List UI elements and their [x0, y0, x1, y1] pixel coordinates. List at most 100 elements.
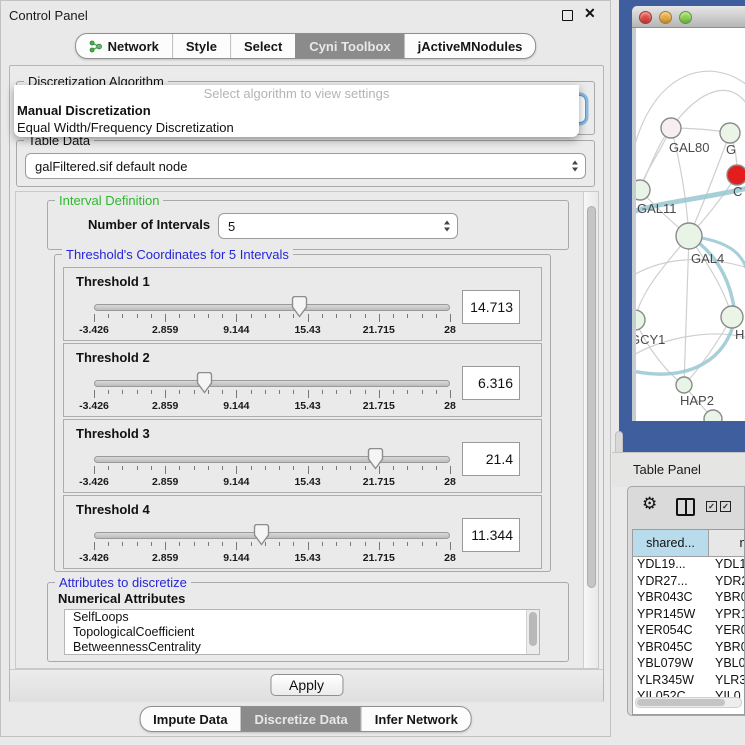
tab-jactivemnodules[interactable]: jActiveMNodules [404, 34, 536, 58]
interval-definition-title: Interval Definition [55, 193, 163, 208]
tick-mark [393, 466, 394, 470]
thresholds-group: Threshold's Coordinates for 5 Intervals … [54, 254, 551, 572]
combobox-stepper-icon[interactable] [444, 221, 450, 232]
network-node[interactable] [704, 410, 722, 421]
threshold-value-field[interactable]: 11.344 [462, 518, 520, 552]
vertical-scrollbar[interactable] [583, 192, 598, 668]
bottom-tab-impute-data[interactable]: Impute Data [140, 707, 240, 731]
bottom-tab-infer-network[interactable]: Infer Network [361, 707, 471, 731]
threshold-slider[interactable]: -3.4262.8599.14415.4321.71528 [94, 420, 450, 492]
dropdown-option-equal-width-frequency-discretization[interactable]: Equal Width/Frequency Discretization [17, 119, 234, 136]
threshold-slider[interactable]: -3.4262.8599.14415.4321.71528 [94, 268, 450, 340]
tick-mark [165, 314, 166, 322]
slider-thumb[interactable] [253, 524, 270, 546]
number-of-intervals-combobox[interactable]: 5 [218, 213, 458, 239]
close-traffic-light-icon[interactable] [639, 11, 652, 24]
tab-select[interactable]: Select [230, 34, 295, 58]
table-row[interactable]: YPR145WYPR1 [633, 606, 744, 623]
network-window-titlebar[interactable] [632, 6, 745, 28]
slider-thumb[interactable] [196, 372, 213, 394]
network-node-c[interactable] [727, 165, 745, 185]
slider-track[interactable] [94, 380, 450, 387]
list-scrollbar-thumb[interactable] [529, 612, 537, 646]
columns-icon[interactable] [676, 498, 695, 516]
network-node-gal4[interactable] [676, 223, 702, 249]
minimize-traffic-light-icon[interactable] [659, 11, 672, 24]
tab-cyni-toolbox[interactable]: Cyni Toolbox [295, 34, 403, 58]
network-node-gal80[interactable] [661, 118, 681, 138]
combobox-stepper-icon[interactable] [572, 161, 578, 172]
tab-network[interactable]: Network [76, 34, 172, 58]
control-panel-title: Control Panel [9, 8, 88, 23]
cell-name: YBL0 [709, 656, 745, 670]
checkbox-icon[interactable]: ✓ [720, 501, 731, 512]
tick-mark [422, 542, 423, 546]
tick-mark [393, 542, 394, 546]
tab-cyni-toolbox-label: Cyni Toolbox [309, 39, 390, 54]
network-node-label: HAP2 [680, 393, 714, 408]
threshold-slider[interactable]: -3.4262.8599.14415.4321.71528 [94, 496, 450, 568]
tick-label: -3.426 [79, 552, 109, 564]
slider-track[interactable] [94, 456, 450, 463]
network-edge [671, 90, 745, 128]
threshold-value-field[interactable]: 21.4 [462, 442, 520, 476]
threshold-panel-1: Threshold 1-3.4262.8599.14415.4321.71528… [63, 267, 542, 341]
columns-icon-divider [685, 500, 687, 514]
table-panel-title: Table Panel [633, 462, 701, 477]
tick-mark [436, 390, 437, 394]
close-icon[interactable]: ✕ [584, 5, 596, 22]
tick-mark [179, 390, 180, 394]
tick-mark [379, 390, 380, 398]
tick-mark [251, 314, 252, 318]
threshold-slider[interactable]: -3.4262.8599.14415.4321.71528 [94, 344, 450, 416]
attribute-item-betweennesscentrality[interactable]: BetweennessCentrality [65, 640, 539, 655]
tick-mark [208, 466, 209, 470]
tick-mark [236, 390, 237, 398]
table-data-combobox[interactable]: galFiltered.sif default node [25, 153, 586, 179]
attribute-item-selfloops[interactable]: SelfLoops [65, 610, 539, 625]
network-canvas[interactable]: GAL80GCGAL11GAL4GCY1HHAP2 [636, 28, 745, 421]
tick-mark [236, 314, 237, 322]
thresholds-list: Threshold 1-3.4262.8599.14415.4321.71528… [63, 267, 542, 571]
cell-shared-name: YDL19... [633, 557, 709, 571]
table-row[interactable]: YLR345WYLR3 [633, 672, 744, 689]
threshold-value-field[interactable]: 14.713 [462, 290, 520, 324]
slider-thumb[interactable] [367, 448, 384, 470]
tick-label: -3.426 [79, 476, 109, 488]
slider-track[interactable] [94, 304, 450, 311]
network-node-gal11[interactable] [636, 180, 650, 200]
attribute-item-topologicalcoefficient[interactable]: TopologicalCoefficient [65, 625, 539, 640]
network-node-g[interactable] [720, 123, 740, 143]
slider-thumb[interactable] [291, 296, 308, 318]
float-window-icon[interactable] [562, 10, 573, 21]
bottom-tab-discretize-data[interactable]: Discretize Data [241, 707, 361, 731]
list-scrollbar[interactable] [526, 610, 539, 654]
checkbox-icon[interactable]: ✓ [706, 501, 717, 512]
table-row[interactable]: YBL079WYBL0 [633, 655, 744, 672]
tab-style[interactable]: Style [172, 34, 230, 58]
table-row[interactable]: YDL19...YDL1 [633, 556, 744, 573]
gear-icon[interactable]: ⚙ [642, 495, 657, 512]
network-node-hap2[interactable] [676, 377, 692, 393]
network-node-label: GAL80 [669, 140, 709, 155]
vertical-scrollbar-thumb[interactable] [587, 206, 596, 588]
network-node-gcy1[interactable] [636, 310, 645, 330]
table-row[interactable]: YBR043CYBR0 [633, 589, 744, 606]
tick-label: 15.43 [294, 324, 320, 336]
slider-track[interactable] [94, 532, 450, 539]
table-row[interactable]: YER054CYER0 [633, 622, 744, 639]
horizontal-scrollbar-thumb[interactable] [637, 699, 725, 706]
dropdown-option-manual-discretization[interactable]: Manual Discretization [17, 102, 151, 119]
column-header-shared[interactable]: shared... [633, 530, 709, 556]
apply-button[interactable]: Apply [270, 674, 343, 696]
tick-label: 21.715 [363, 324, 395, 336]
horizontal-scrollbar[interactable] [635, 697, 742, 708]
tick-mark [208, 314, 209, 318]
table-row[interactable]: YDR27...YDR2 [633, 573, 744, 590]
network-node-h[interactable] [721, 306, 743, 328]
column-header-na[interactable]: na [709, 530, 745, 556]
zoom-traffic-light-icon[interactable] [679, 11, 692, 24]
threshold-value-field[interactable]: 6.316 [462, 366, 520, 400]
tick-mark [137, 542, 138, 546]
table-row[interactable]: YBR045CYBR0 [633, 639, 744, 656]
